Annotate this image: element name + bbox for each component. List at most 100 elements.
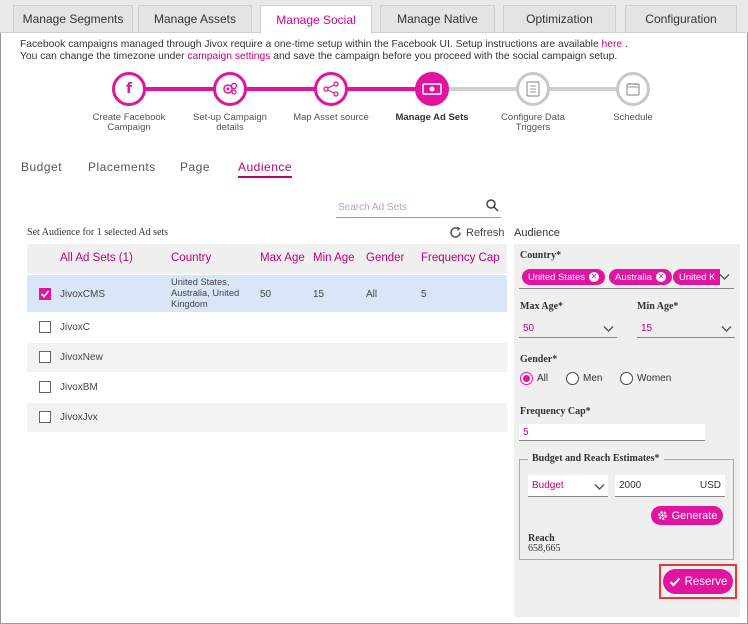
generate-label: Generate bbox=[671, 509, 718, 522]
chevron-down-icon bbox=[721, 326, 732, 332]
tab-manage-native[interactable]: Manage Native bbox=[380, 5, 495, 32]
reserve-button[interactable]: Reserve bbox=[663, 569, 733, 594]
frequency-cap-label: Frequency Cap* bbox=[520, 406, 591, 417]
refresh-label: Refresh bbox=[466, 226, 505, 239]
row-max-age: 50 bbox=[260, 289, 272, 300]
share-nodes-icon bbox=[323, 81, 339, 97]
col-all-ad-sets[interactable]: All Ad Sets (1) bbox=[60, 252, 133, 264]
check-icon bbox=[669, 577, 680, 586]
country-chip: United States ✕ bbox=[522, 269, 606, 285]
radio-label: All bbox=[537, 373, 549, 384]
gears-icon bbox=[223, 82, 238, 95]
row-checkbox[interactable] bbox=[39, 321, 51, 333]
stepper-progress-done bbox=[130, 87, 432, 91]
budget-type-select[interactable]: Budget bbox=[528, 475, 608, 497]
tab-manage-assets[interactable]: Manage Assets bbox=[138, 5, 252, 32]
col-country: Country bbox=[171, 252, 212, 264]
step-schedule[interactable] bbox=[616, 72, 650, 106]
calendar-icon bbox=[626, 83, 640, 96]
row-checkbox[interactable] bbox=[39, 351, 51, 363]
min-age-value: 15 bbox=[641, 323, 653, 334]
frequency-cap-input[interactable]: 5 bbox=[519, 424, 705, 441]
table-row[interactable]: JivoxC bbox=[27, 312, 507, 342]
max-age-label: Max Age* bbox=[520, 301, 564, 312]
country-chip: United K bbox=[673, 269, 720, 285]
info-line2: You can change the timezone under bbox=[20, 51, 188, 62]
row-min-age: 15 bbox=[313, 289, 325, 300]
chip-label: United States bbox=[528, 271, 586, 283]
chip-remove-icon[interactable]: ✕ bbox=[589, 272, 600, 282]
step-map-asset-source[interactable] bbox=[314, 72, 348, 106]
reach-value: 658,665 bbox=[528, 543, 561, 554]
chip-remove-icon[interactable]: ✕ bbox=[655, 272, 666, 282]
row-frequency: 5 bbox=[421, 289, 427, 300]
gender-radio-women[interactable]: Women bbox=[620, 372, 671, 385]
setup-info: Facebook campaigns managed through Jivox… bbox=[20, 39, 628, 63]
row-checkbox[interactable] bbox=[39, 381, 51, 393]
radio-label: Women bbox=[637, 373, 672, 384]
subtab-budget[interactable]: Budget bbox=[21, 160, 62, 174]
table-row[interactable]: JivoxJvx bbox=[27, 402, 507, 432]
min-age-select[interactable]: 15 bbox=[637, 320, 735, 338]
step-label: Set-up Campaign details bbox=[193, 112, 267, 133]
radio-selected-icon bbox=[520, 372, 533, 385]
step-label: Create Facebook Campaign bbox=[92, 112, 166, 133]
tab-manage-social[interactable]: Manage Social bbox=[260, 5, 372, 34]
search-icon[interactable] bbox=[486, 199, 499, 212]
table-row[interactable]: JivoxCMS United States, Australia, Unite… bbox=[27, 274, 507, 312]
budget-amount-input[interactable]: 2000 USD bbox=[615, 475, 725, 497]
chevron-down-icon[interactable] bbox=[719, 273, 730, 281]
facebook-icon: f bbox=[125, 81, 133, 97]
col-gender: Gender bbox=[366, 252, 405, 264]
subtab-page[interactable]: Page bbox=[180, 160, 210, 174]
row-name: JivoxJvx bbox=[60, 412, 98, 423]
step-create-facebook-campaign[interactable]: f bbox=[112, 72, 146, 106]
max-age-value: 50 bbox=[523, 323, 535, 334]
tab-manage-segments[interactable]: Manage Segments bbox=[13, 5, 133, 32]
country-chip: Australia ✕ bbox=[609, 269, 672, 285]
refresh-icon bbox=[450, 226, 461, 238]
col-frequency-cap: Frequency Cap bbox=[421, 252, 500, 264]
search-input[interactable] bbox=[336, 202, 476, 213]
radio-label: Men bbox=[583, 373, 603, 384]
step-configure-data-triggers[interactable] bbox=[516, 72, 550, 106]
table-row[interactable]: JivoxBM bbox=[27, 372, 507, 402]
row-name: JivoxCMS bbox=[60, 289, 106, 300]
tab-configuration[interactable]: Configuration bbox=[625, 5, 737, 32]
info-line2-suffix: and save the campaign before you proceed… bbox=[270, 51, 618, 62]
money-icon bbox=[422, 83, 442, 95]
chip-label: Australia bbox=[615, 271, 652, 283]
gender-radio-all[interactable]: All bbox=[520, 372, 548, 385]
generate-button[interactable]: Generate bbox=[651, 506, 723, 525]
table-row[interactable]: JivoxNew bbox=[27, 342, 507, 372]
subtab-audience[interactable]: Audience bbox=[238, 160, 293, 178]
gender-label: Gender* bbox=[520, 354, 558, 365]
top-tab-bar: Manage Segments Manage Assets Manage Soc… bbox=[0, 0, 748, 34]
row-name: JivoxNew bbox=[60, 352, 103, 363]
info-line1: Facebook campaigns managed through Jivox… bbox=[20, 39, 602, 50]
row-gender: All bbox=[366, 289, 378, 300]
min-age-label: Min Age* bbox=[637, 301, 679, 312]
col-max-age: Max Age bbox=[260, 252, 305, 264]
subtab-placements[interactable]: Placements bbox=[88, 160, 156, 174]
campaign-settings-link[interactable]: campaign settings bbox=[187, 51, 270, 62]
row-name: JivoxC bbox=[60, 322, 91, 333]
check-icon bbox=[40, 290, 50, 298]
step-setup-campaign-details[interactable] bbox=[213, 72, 247, 106]
budget-amount-value: 2000 bbox=[619, 480, 642, 491]
step-label: Manage Ad Sets bbox=[395, 112, 469, 123]
tab-optimization[interactable]: Optimization bbox=[503, 5, 616, 32]
here-link[interactable]: here bbox=[602, 39, 623, 50]
gender-radio-men[interactable]: Men bbox=[566, 372, 602, 385]
max-age-select[interactable]: 50 bbox=[519, 320, 617, 338]
refresh-button[interactable]: Refresh bbox=[449, 226, 505, 239]
row-name: JivoxBM bbox=[60, 382, 98, 393]
row-checkbox[interactable] bbox=[39, 288, 51, 300]
row-checkbox[interactable] bbox=[39, 411, 51, 423]
ad-sets-title: Set Audience for 1 selected Ad sets bbox=[27, 227, 169, 238]
table-header: All Ad Sets (1) Country Max Age Min Age … bbox=[27, 244, 507, 274]
step-label: Configure Data Triggers bbox=[501, 112, 565, 133]
step-manage-ad-sets[interactable] bbox=[415, 72, 449, 106]
ad-sets-table: All Ad Sets (1) Country Max Age Min Age … bbox=[27, 244, 507, 432]
currency-label: USD bbox=[699, 480, 721, 491]
